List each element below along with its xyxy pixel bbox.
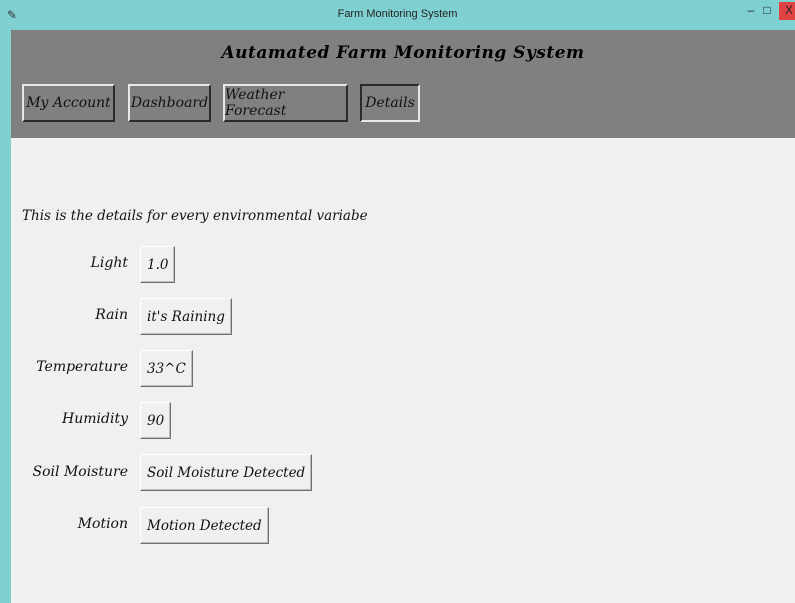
motion-label: Motion	[77, 516, 128, 532]
close-button[interactable]: X	[779, 2, 795, 20]
minimize-button[interactable]: –	[744, 2, 758, 20]
rain-label: Rain	[95, 307, 128, 323]
humidity-label: Humidity	[62, 411, 128, 427]
window-title: Farm Monitoring System	[337, 8, 458, 20]
temperature-value-button[interactable]: 33^C	[140, 350, 193, 387]
weather-forecast-button[interactable]: Weather Forecast	[223, 84, 348, 122]
header-bar: Autamated Farm Monitoring System My Acco…	[11, 30, 795, 138]
soil-moisture-label: Soil Moisture	[32, 464, 128, 480]
temperature-label: Temperature	[36, 359, 128, 375]
humidity-value-button[interactable]: 90	[140, 402, 172, 439]
title-bar: ✎ Farm Monitoring System – □ X	[0, 0, 795, 30]
light-label: Light	[90, 255, 128, 271]
soil-moisture-value-button[interactable]: Soil Moisture Detected	[140, 454, 313, 491]
dashboard-button[interactable]: Dashboard	[128, 84, 211, 122]
my-account-button[interactable]: My Account	[22, 84, 115, 122]
details-button[interactable]: Details	[360, 84, 420, 122]
details-intro-text: This is the details for every environmen…	[22, 208, 368, 224]
app-window: Autamated Farm Monitoring System My Acco…	[11, 30, 795, 603]
maximize-button[interactable]: □	[760, 2, 774, 20]
motion-value-button[interactable]: Motion Detected	[140, 507, 269, 544]
app-title: Autamated Farm Monitoring System	[221, 43, 585, 63]
rain-value-button[interactable]: it's Raining	[140, 298, 232, 335]
light-value-button[interactable]: 1.0	[140, 246, 176, 283]
